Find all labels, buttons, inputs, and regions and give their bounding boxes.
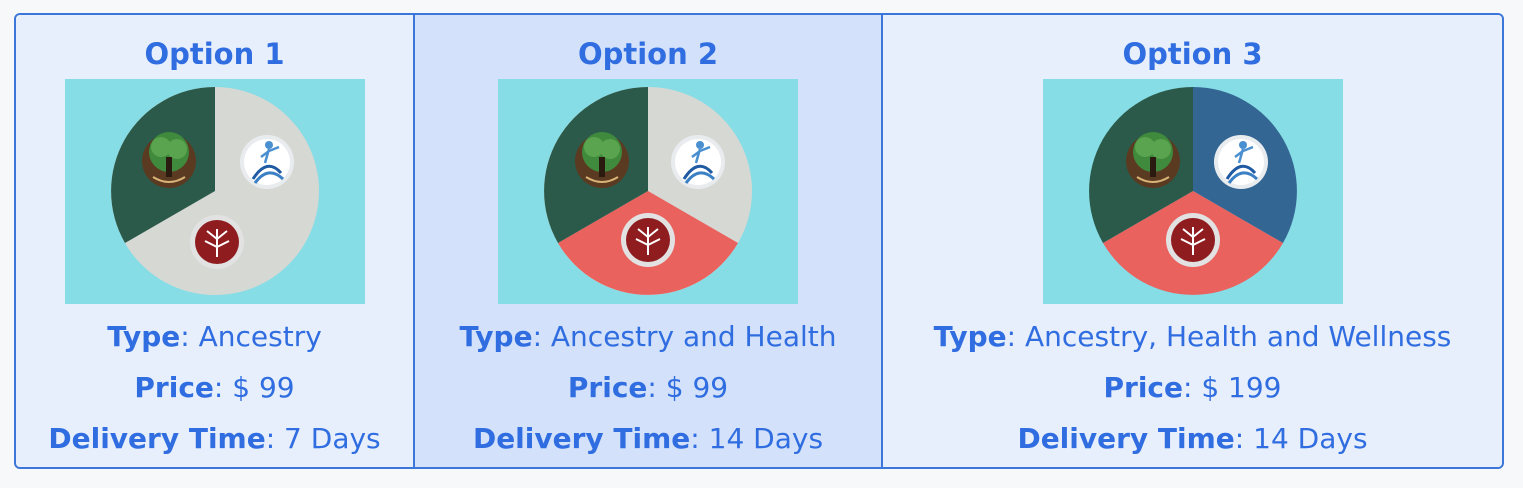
option-2-details: Type: Ancestry and Health Price: $ 99 De… bbox=[460, 311, 837, 464]
health-tree-icon bbox=[1165, 213, 1220, 267]
type-value: : Ancestry and Health bbox=[532, 320, 837, 353]
delivery-value: : 14 Days bbox=[1234, 422, 1368, 455]
delivery-row: Delivery Time: 14 Days bbox=[460, 413, 837, 464]
health-tree-icon bbox=[621, 213, 675, 267]
price-row: Price: $ 99 bbox=[460, 362, 837, 413]
price-row: Price: $ 99 bbox=[48, 362, 380, 413]
delivery-row: Delivery Time: 14 Days bbox=[934, 413, 1452, 464]
price-label: Price bbox=[134, 371, 214, 404]
option-title: Option 3 bbox=[1122, 37, 1263, 71]
option-2-card: Option 2 Type: Ancestry and Health Price… bbox=[413, 15, 881, 467]
type-row: Type: Ancestry bbox=[48, 311, 380, 362]
option-3-card: Option 3 Type: Ancestry, Health and Well… bbox=[881, 15, 1502, 467]
type-label: Type bbox=[933, 320, 1007, 353]
option-1-image bbox=[64, 79, 365, 304]
option-3-image bbox=[1042, 79, 1343, 304]
options-table: Option 1 Type: Ancestry Price: $ 99 Deli… bbox=[14, 13, 1504, 469]
option-title: Option 1 bbox=[144, 37, 285, 71]
price-value: : $ 99 bbox=[213, 371, 295, 404]
type-row: Type: Ancestry, Health and Wellness bbox=[934, 311, 1452, 362]
option-2-image bbox=[498, 79, 798, 304]
delivery-value: : 7 Days bbox=[265, 422, 381, 455]
delivery-value: : 14 Days bbox=[690, 422, 824, 455]
option-title: Option 2 bbox=[577, 37, 719, 71]
delivery-label: Delivery Time bbox=[472, 422, 691, 455]
wellness-figure-icon bbox=[671, 135, 725, 189]
type-value: : Ancestry bbox=[180, 320, 322, 353]
type-row: Type: Ancestry and Health bbox=[460, 311, 837, 362]
wellness-figure-icon bbox=[239, 135, 294, 189]
option-1-details: Type: Ancestry Price: $ 99 Delivery Time… bbox=[48, 311, 380, 464]
price-value: : $ 199 bbox=[1183, 371, 1282, 404]
delivery-label: Delivery Time bbox=[48, 422, 266, 455]
price-label: Price bbox=[567, 371, 648, 404]
health-tree-icon bbox=[189, 215, 244, 269]
delivery-row: Delivery Time: 7 Days bbox=[48, 413, 380, 464]
wellness-figure-icon bbox=[1213, 135, 1268, 189]
option-3-details: Type: Ancestry, Health and Wellness Pric… bbox=[934, 311, 1452, 464]
price-value: : $ 99 bbox=[647, 371, 729, 404]
delivery-label: Delivery Time bbox=[1017, 422, 1235, 455]
price-label: Price bbox=[1103, 371, 1183, 404]
option-1-card: Option 1 Type: Ancestry Price: $ 99 Deli… bbox=[16, 15, 413, 467]
type-value: : Ancestry, Health and Wellness bbox=[1006, 320, 1452, 353]
type-label: Type bbox=[107, 320, 181, 353]
type-label: Type bbox=[459, 320, 533, 353]
price-row: Price: $ 199 bbox=[934, 362, 1452, 413]
